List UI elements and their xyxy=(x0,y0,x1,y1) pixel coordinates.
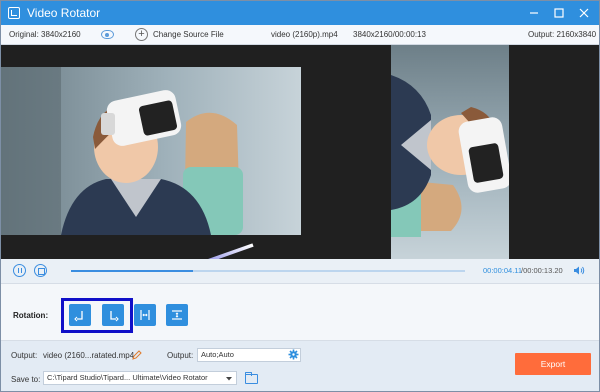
output-label: Output: xyxy=(11,351,38,360)
file-name: video (2160p).mp4 xyxy=(271,30,338,39)
total-time: /00:00:13.20 xyxy=(521,266,563,275)
video-preview-area xyxy=(1,45,599,289)
save-path-field[interactable]: C:\Tipard Studio\Tipard... Ultimate\Vide… xyxy=(43,371,237,385)
rotation-label: Rotation: xyxy=(13,311,49,320)
rotate-right-icon xyxy=(110,311,119,322)
change-source-button[interactable]: Change Source File xyxy=(153,30,224,39)
rotate-left-button[interactable] xyxy=(69,304,91,326)
output-file-name: video (2160...ratated.mp4 xyxy=(43,351,135,360)
file-meta: 3840x2160/00:00:13 xyxy=(353,30,426,39)
flip-vertical-icon xyxy=(172,310,182,320)
output-settings-bar: Output: video (2160...ratated.mp4 Output… xyxy=(1,341,599,391)
maximize-icon[interactable] xyxy=(548,2,570,24)
info-bar: Original: 3840x2160 + Change Source File… xyxy=(1,25,599,45)
progress-fill xyxy=(71,270,194,272)
add-icon[interactable]: + xyxy=(135,28,148,41)
app-logo-icon xyxy=(8,7,20,19)
output-format-field[interactable]: Auto;Auto xyxy=(197,348,301,362)
flip-vertical-button[interactable] xyxy=(166,304,188,326)
flip-horizontal-icon xyxy=(140,310,150,320)
window-title: Video Rotator xyxy=(27,6,101,20)
chevron-down-icon[interactable] xyxy=(225,376,233,382)
window-controls xyxy=(520,1,595,25)
flip-horizontal-button[interactable] xyxy=(134,304,156,326)
close-icon[interactable] xyxy=(573,2,595,24)
playback-controls: 00:00:04.11 /00:00:13.20 xyxy=(1,259,599,283)
rotation-panel: Rotation: xyxy=(1,283,599,341)
minimize-icon[interactable] xyxy=(523,2,545,24)
edit-pencil-icon[interactable] xyxy=(132,350,142,360)
title-bar: Video Rotator xyxy=(1,1,599,25)
export-button[interactable]: Export xyxy=(515,353,591,375)
folder-icon[interactable] xyxy=(245,371,258,384)
save-to-label: Save to: xyxy=(11,375,41,384)
eye-icon[interactable] xyxy=(101,30,114,39)
current-time: 00:00:04.11 xyxy=(483,266,523,275)
output-resolution: Output: 2160x3840 xyxy=(528,30,597,39)
rotate-left-icon xyxy=(74,311,83,322)
volume-icon[interactable] xyxy=(573,265,585,276)
stop-icon[interactable] xyxy=(34,264,47,277)
gear-icon[interactable] xyxy=(288,349,299,360)
pause-icon[interactable] xyxy=(13,264,26,277)
rotate-right-button[interactable] xyxy=(102,304,124,326)
original-resolution: Original: 3840x2160 xyxy=(9,30,81,39)
progress-slider[interactable] xyxy=(71,270,465,272)
output-format-label: Output: xyxy=(167,351,194,360)
app-window: Video Rotator Original: 3840x2160 + Chan… xyxy=(0,0,600,392)
